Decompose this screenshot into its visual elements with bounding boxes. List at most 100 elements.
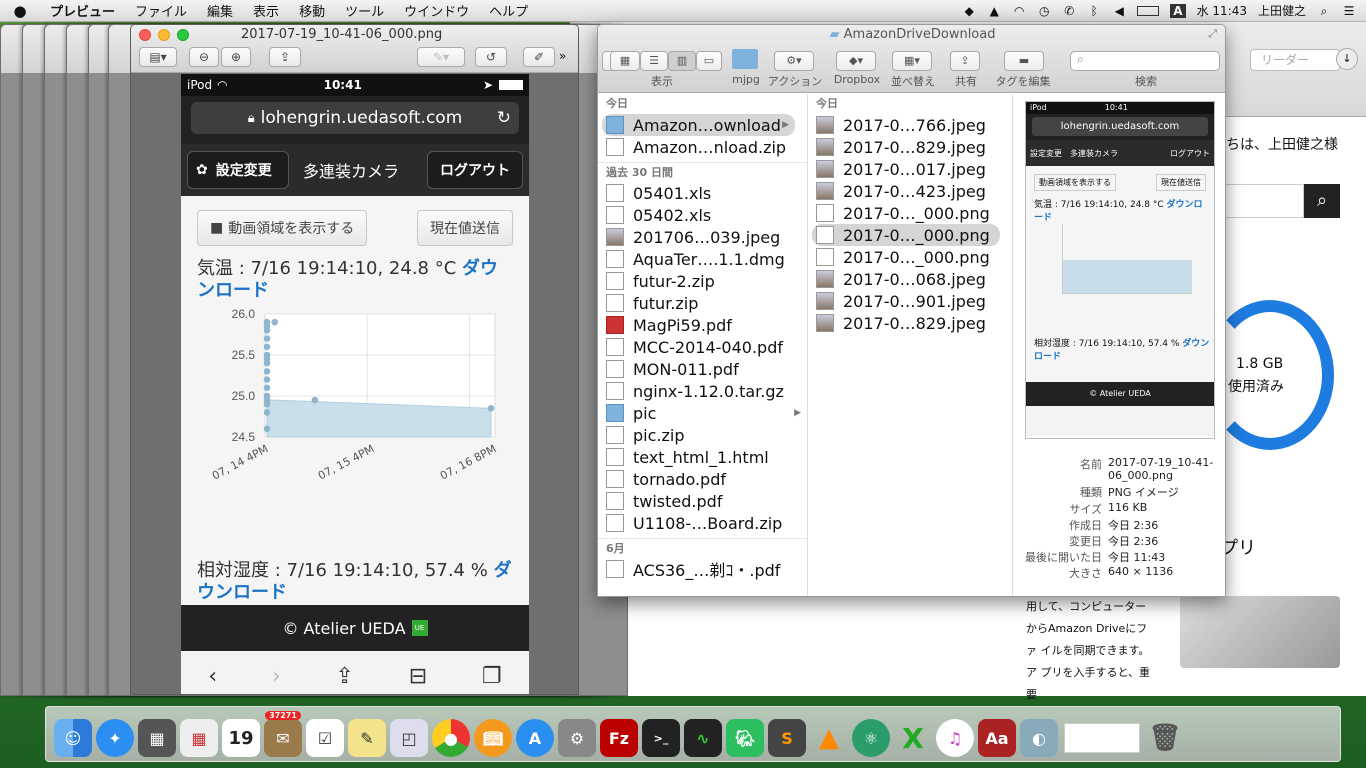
menu-help[interactable]: ヘルプ bbox=[479, 1, 538, 20]
file-row[interactable]: text_html_1.html bbox=[598, 446, 807, 468]
excel-dock-icon[interactable]: X bbox=[894, 719, 932, 757]
ibooks-dock-icon[interactable]: 📖︎ bbox=[474, 719, 512, 757]
bookmarks-icon[interactable]: ⊟ bbox=[409, 664, 427, 689]
system-preferences-dock-icon[interactable]: ⚙ bbox=[558, 719, 596, 757]
menu-preview[interactable]: プレビュー bbox=[40, 1, 125, 20]
menu-go[interactable]: 移動 bbox=[289, 1, 335, 20]
share-button[interactable]: ⇪ bbox=[269, 47, 301, 67]
calendar-dock-icon[interactable]: 19 bbox=[222, 719, 260, 757]
file-row[interactable]: 2017-0…068.jpeg bbox=[808, 268, 1012, 290]
preview-dock-icon[interactable]: ◰ bbox=[390, 719, 428, 757]
forward-icon[interactable]: › bbox=[272, 664, 281, 689]
reload-icon[interactable]: ↻ bbox=[497, 108, 511, 128]
view-icon-button[interactable]: ▦ bbox=[610, 51, 640, 71]
minimize-button[interactable] bbox=[158, 29, 170, 41]
minimized-windows[interactable] bbox=[1062, 719, 1142, 757]
itunes-dock-icon[interactable]: ♫ bbox=[936, 719, 974, 757]
share-button[interactable]: ⇪ bbox=[950, 51, 980, 71]
input-mode[interactable]: A bbox=[1170, 3, 1186, 18]
menu-file[interactable]: ファイル bbox=[125, 1, 197, 20]
share-icon[interactable]: ⇪ bbox=[336, 664, 354, 689]
send-current-button[interactable]: 現在値送信 bbox=[417, 210, 513, 246]
file-row[interactable]: 2017-0…829.jpeg bbox=[808, 136, 1012, 158]
more-icon[interactable]: » bbox=[559, 49, 566, 63]
file-row[interactable]: nginx-1.12.0.tar.gz bbox=[598, 380, 807, 402]
phone-icon[interactable]: ✆ bbox=[1062, 5, 1076, 17]
dropbox-button[interactable]: ◆▾ bbox=[836, 51, 876, 71]
user-name[interactable]: 上田健之 bbox=[1258, 2, 1306, 19]
file-row[interactable]: pic ▶ bbox=[598, 402, 807, 424]
file-row[interactable]: twisted.pdf bbox=[598, 490, 807, 512]
battery-icon[interactable] bbox=[1137, 5, 1160, 16]
notification-icon[interactable]: ☰ bbox=[1342, 5, 1356, 17]
fullscreen-icon[interactable]: ⤢ bbox=[1208, 27, 1217, 41]
bluetooth-icon[interactable]: ᛒ bbox=[1087, 5, 1101, 17]
file-row[interactable]: MagPi59.pdf bbox=[598, 314, 807, 336]
atom-dock-icon[interactable]: ⚛ bbox=[852, 719, 890, 757]
preview-app-dock-icon[interactable]: ◐ bbox=[1020, 719, 1058, 757]
rotate-button[interactable]: ↺ bbox=[475, 47, 507, 67]
zoom-in-button[interactable]: ⊕ bbox=[221, 47, 251, 67]
file-row[interactable]: MCC-2014-040.pdf bbox=[598, 336, 807, 358]
file-row[interactable]: tornado.pdf bbox=[598, 468, 807, 490]
dictionary-dock-icon[interactable]: Aa bbox=[978, 719, 1016, 757]
close-button[interactable] bbox=[139, 29, 151, 41]
mail-dock-icon[interactable]: ✉ 37271 bbox=[264, 711, 302, 757]
file-row[interactable]: 2017-0…901.jpeg bbox=[808, 290, 1012, 312]
sidebar-toggle-button[interactable]: ▤▾ bbox=[139, 47, 177, 67]
view-list-button[interactable]: ☰ bbox=[640, 51, 668, 71]
file-row[interactable]: 2017-0…_000.png bbox=[808, 246, 1012, 268]
drive-icon[interactable]: ▲ bbox=[987, 5, 1001, 17]
view-column-button[interactable]: ▥ bbox=[668, 51, 696, 71]
action-button[interactable]: ⚙▾ bbox=[774, 51, 814, 71]
file-row[interactable]: pic.zip bbox=[598, 424, 807, 446]
folder-row[interactable]: Amazon…ownload ▶ bbox=[602, 114, 795, 136]
file-row[interactable]: ACS36_…剃ｺ・.pdf bbox=[598, 558, 807, 580]
file-row[interactable]: 2017-0…017.jpeg bbox=[808, 158, 1012, 180]
view-coverflow-button[interactable]: ▭ bbox=[696, 51, 722, 71]
url-bar[interactable]: 🔒︎ lohengrin.uedasoft.com ↻ bbox=[191, 102, 519, 134]
spotlight-icon[interactable]: ⌕ bbox=[1317, 5, 1331, 17]
menu-window[interactable]: ウインドウ bbox=[394, 1, 479, 20]
photos-dock-icon[interactable]: ▦ bbox=[138, 719, 176, 757]
time-machine-icon[interactable]: ◷ bbox=[1037, 5, 1051, 17]
wifi-icon[interactable]: ◠ bbox=[1012, 5, 1026, 17]
reminders-dock-icon[interactable]: ☑ bbox=[306, 719, 344, 757]
activity-monitor-dock-icon[interactable]: ∿ bbox=[684, 719, 722, 757]
clock[interactable]: 水 11:43 bbox=[1197, 2, 1247, 19]
file-row[interactable]: futur-2.zip bbox=[598, 270, 807, 292]
file-row[interactable]: 2017-0…766.jpeg bbox=[808, 114, 1012, 136]
filezilla-dock-icon[interactable]: Fz bbox=[600, 719, 638, 757]
file-row[interactable]: Amazon…nload.zip bbox=[598, 136, 807, 158]
terminal-dock-icon[interactable]: >_ bbox=[642, 719, 680, 757]
menu-tools[interactable]: ツール bbox=[335, 1, 394, 20]
stickies-dock-icon[interactable]: ✎ bbox=[348, 719, 386, 757]
volume-icon[interactable]: ◀ bbox=[1112, 5, 1126, 17]
file-row[interactable]: AquaTer….1.1.dmg bbox=[598, 248, 807, 270]
mjpg-folder-icon[interactable] bbox=[732, 49, 758, 69]
tags-button[interactable]: ▬ bbox=[1004, 51, 1044, 71]
vlc-dock-icon[interactable]: ▲ bbox=[810, 719, 848, 757]
dropbox-icon[interactable]: ◆ bbox=[962, 5, 976, 17]
settings-button[interactable]: ✿ 設定変更 bbox=[187, 151, 289, 189]
back-icon[interactable]: ‹ bbox=[208, 664, 217, 689]
chrome-dock-icon[interactable]: ● bbox=[432, 719, 470, 757]
safari-dock-icon[interactable]: ✦ bbox=[96, 719, 134, 757]
file-row[interactable]: 05401.xls bbox=[598, 182, 807, 204]
file-row[interactable]: MON-011.pdf bbox=[598, 358, 807, 380]
search-input[interactable]: ⌕ bbox=[1070, 51, 1220, 71]
apple-menu-icon[interactable]: ● bbox=[0, 2, 40, 20]
file-row[interactable]: 2017-0…423.jpeg bbox=[808, 180, 1012, 202]
appstore-dock-icon[interactable]: A bbox=[516, 719, 554, 757]
markup-button[interactable]: ✎▾ bbox=[417, 47, 465, 67]
evernote-dock-icon[interactable]: 🐘︎ bbox=[726, 719, 764, 757]
menu-view[interactable]: 表示 bbox=[243, 1, 289, 20]
arrange-button[interactable]: ▦▾ bbox=[892, 51, 932, 71]
reader-button[interactable]: リーダー bbox=[1250, 49, 1340, 71]
file-row[interactable]: 05402.xls bbox=[598, 204, 807, 226]
download-icon[interactable]: ↓ bbox=[1336, 48, 1358, 70]
annotate-button[interactable]: ✐ bbox=[523, 47, 555, 67]
sublime-dock-icon[interactable]: S bbox=[768, 719, 806, 757]
zoom-out-button[interactable]: ⊖ bbox=[189, 47, 219, 67]
file-row[interactable]: 2017-0…_000.png bbox=[808, 202, 1012, 224]
